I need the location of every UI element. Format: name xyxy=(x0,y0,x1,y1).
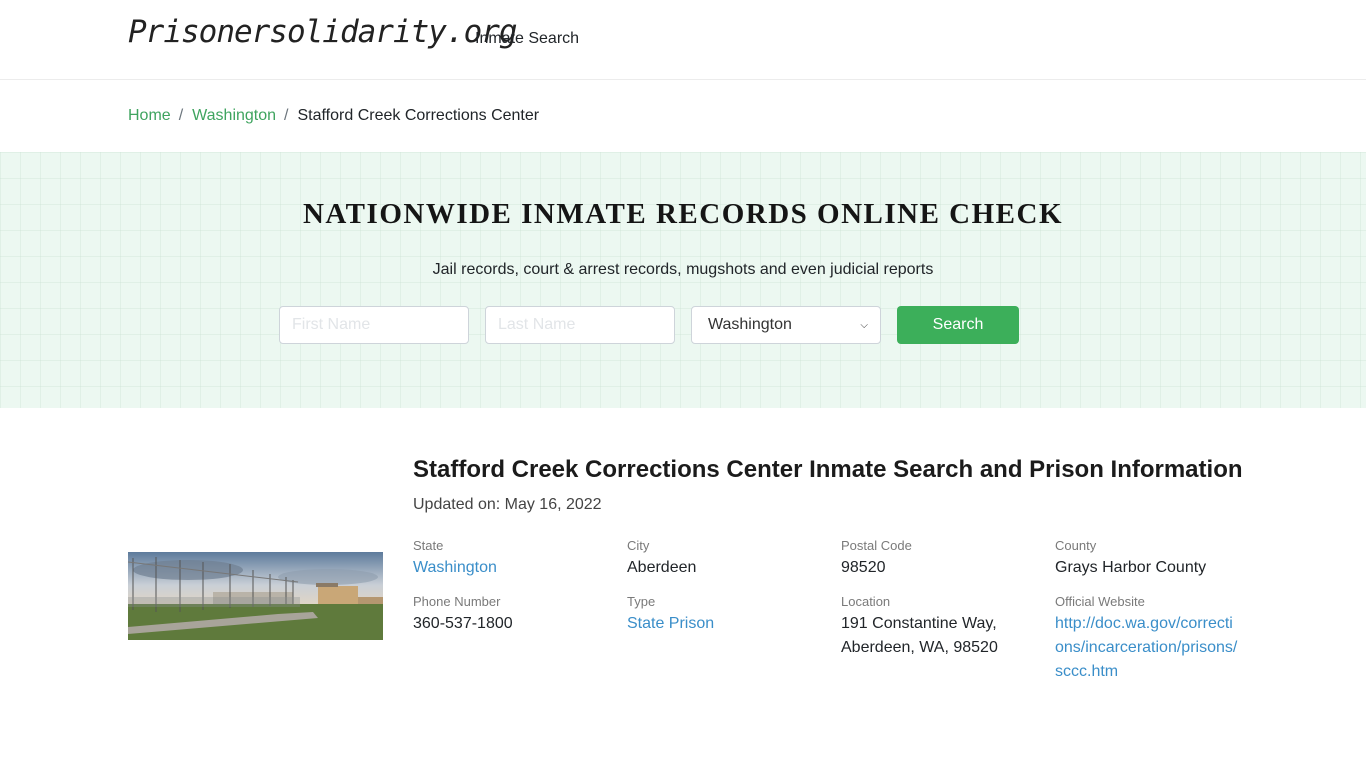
search-button[interactable]: Search xyxy=(897,306,1019,344)
info-type: Type State Prison xyxy=(627,594,841,684)
breadcrumb-separator: / xyxy=(284,107,289,124)
state-select-value: Washington xyxy=(708,316,792,333)
city-value: Aberdeen xyxy=(627,559,697,576)
info-label: Location xyxy=(841,594,891,609)
info-state: State Washington xyxy=(413,538,627,580)
site-logo[interactable]: Prisonersolidarity.org xyxy=(128,14,518,50)
first-name-input[interactable] xyxy=(279,306,469,344)
banner-subtitle: Jail records, court & arrest records, mu… xyxy=(432,261,934,278)
page-title: Stafford Creek Corrections Center Inmate… xyxy=(413,456,1243,483)
info-county: County Grays Harbor County xyxy=(1055,538,1269,580)
info-phone: Phone Number 360-537-1800 xyxy=(413,594,627,684)
info-label: Official Website xyxy=(1055,594,1145,609)
banner-title: NATIONWIDE INMATE RECORDS ONLINE CHECK xyxy=(302,198,1064,230)
last-name-input[interactable] xyxy=(485,306,675,344)
info-location: Location 191 Constantine Way, Aberdeen, … xyxy=(841,594,1055,684)
county-value: Grays Harbor County xyxy=(1055,559,1207,576)
chevron-down-icon: ⌵ xyxy=(860,319,868,331)
state-select[interactable]: Washington ⌵ xyxy=(691,306,881,344)
facility-photo-image xyxy=(128,552,383,640)
official-website-link[interactable]: http://doc.wa.gov/corrections/incarcerat… xyxy=(1055,615,1237,680)
updated-date: Updated on: May 16, 2022 xyxy=(413,496,602,513)
info-label: Type xyxy=(627,594,656,609)
phone-value: 360-537-1800 xyxy=(413,615,513,632)
info-postal-code: Postal Code 98520 xyxy=(841,538,1055,580)
info-label: State xyxy=(413,538,444,553)
type-link[interactable]: State Prison xyxy=(627,615,714,632)
search-banner: NATIONWIDE INMATE RECORDS ONLINE CHECK J… xyxy=(0,152,1366,408)
search-form: Washington ⌵ Search xyxy=(279,306,1019,344)
breadcrumb-current: Stafford Creek Corrections Center xyxy=(297,107,540,124)
nav-link-inmate-search[interactable]: Inmate Search xyxy=(475,30,579,48)
info-label: Phone Number xyxy=(413,594,501,609)
postal-code-value: 98520 xyxy=(841,559,886,576)
info-grid: State Washington City Aberdeen Postal Co… xyxy=(413,538,1243,684)
state-link[interactable]: Washington xyxy=(413,559,497,576)
location-value: 191 Constantine Way, Aberdeen, WA, 98520 xyxy=(841,615,998,656)
breadcrumb-home[interactable]: Home xyxy=(128,107,171,125)
navbar: Prisonersolidarity.org Inmate Search xyxy=(0,0,1366,80)
info-label: County xyxy=(1055,538,1097,553)
facility-photo xyxy=(128,552,383,640)
breadcrumb: Home / Washington / Stafford Creek Corre… xyxy=(0,80,1366,152)
info-label: Postal Code xyxy=(841,538,912,553)
facility-details: Stafford Creek Corrections Center Inmate… xyxy=(0,408,1366,768)
info-label: City xyxy=(627,538,650,553)
info-website: Official Website http://doc.wa.gov/corre… xyxy=(1055,594,1269,684)
info-city: City Aberdeen xyxy=(627,538,841,580)
breadcrumb-washington[interactable]: Washington xyxy=(192,107,276,125)
breadcrumb-separator: / xyxy=(178,107,184,124)
